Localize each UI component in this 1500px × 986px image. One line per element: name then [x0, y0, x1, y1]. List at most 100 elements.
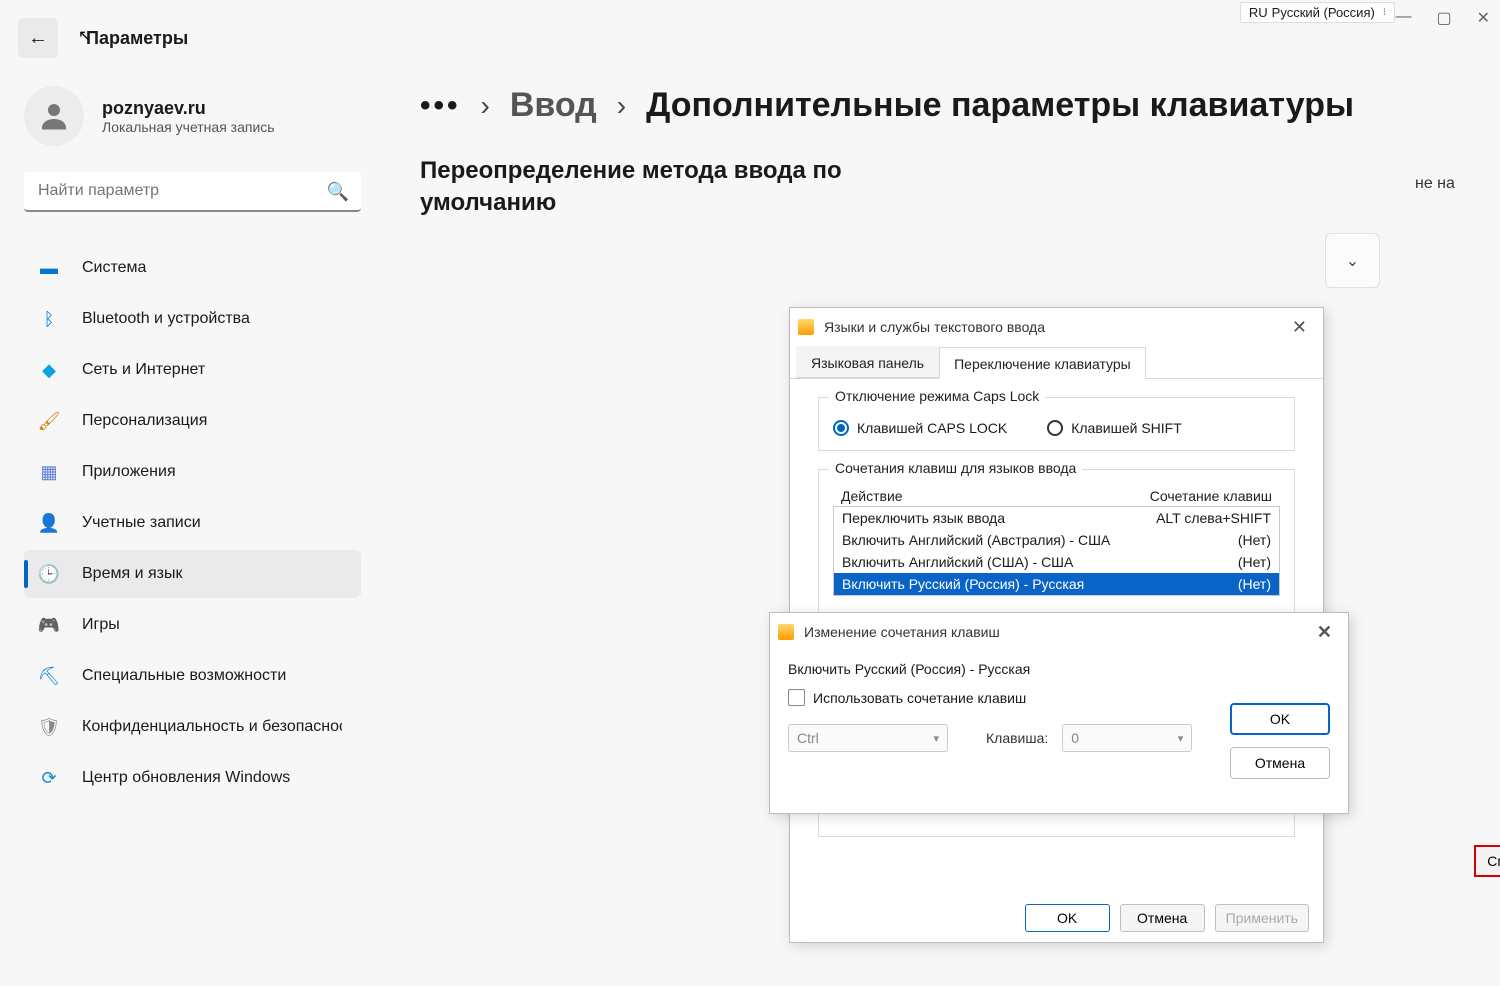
- sidebar-item-update[interactable]: ⟳ Центр обновления Windows: [24, 754, 361, 802]
- hotkey-keys: (Нет): [1238, 576, 1271, 592]
- breadcrumb-level2: Дополнительные параметры клавиатуры: [646, 86, 1354, 125]
- modifier-select[interactable]: Ctrl ▾: [788, 724, 948, 752]
- ime-options-icon[interactable]: ⁝: [1383, 7, 1386, 18]
- nav-label: Сеть и Интернет: [82, 361, 205, 379]
- dialog-button-bar: OK Отмена Применить: [1025, 904, 1309, 932]
- use-key-sequence-checkbox[interactable]: [788, 689, 805, 706]
- breadcrumb-more[interactable]: •••: [420, 89, 461, 123]
- person-icon: 👤: [38, 512, 60, 534]
- tab-keyboard-switching[interactable]: Переключение клавиатуры: [939, 347, 1146, 379]
- radio-shift-key[interactable]: Клавишей SHIFT: [1047, 420, 1182, 436]
- update-icon: ⟳: [38, 767, 60, 789]
- accessibility-icon: ⛏: [38, 665, 60, 687]
- sidebar-item-bluetooth[interactable]: ᛒ Bluetooth и устройства: [24, 295, 361, 343]
- nav-label: Bluetooth и устройства: [82, 310, 250, 328]
- dialog-titlebar[interactable]: Языки и службы текстового ввода ✕: [790, 308, 1323, 346]
- col-keys: Сочетание клавиш: [1150, 488, 1272, 504]
- nav: ▬ Система ᛒ Bluetooth и устройства ◆ Сет…: [24, 244, 361, 802]
- avatar: [24, 86, 84, 146]
- hotkey-keys: ALT слева+SHIFT: [1156, 510, 1271, 526]
- person-icon: [36, 98, 72, 134]
- cancel-button[interactable]: Отмена: [1120, 904, 1205, 932]
- sidebar-item-gaming[interactable]: 🎮 Игры: [24, 601, 361, 649]
- chevron-down-icon: ▾: [1178, 732, 1184, 745]
- ime-indicator[interactable]: RU Русский (Россия) ⁝: [1240, 2, 1395, 23]
- sidebar-item-privacy[interactable]: 🛡 Конфиденциальность и безопасность: [24, 703, 361, 751]
- hotkey-row-selected[interactable]: Включить Русский (Россия) - Русская (Нет…: [834, 573, 1279, 595]
- window-maximize-button[interactable]: ▢: [1436, 8, 1451, 28]
- radio-label: Клавишей CAPS LOCK: [857, 420, 1007, 436]
- hotkey-row[interactable]: Включить Английский (США) - США (Нет): [834, 551, 1279, 573]
- hotkey-row[interactable]: Переключить язык ввода ALT слева+SHIFT: [834, 507, 1279, 529]
- dialog2-title: Изменение сочетания клавиш: [804, 624, 1000, 640]
- nav-label: Специальные возможности: [82, 667, 286, 685]
- nav-label: Приложения: [82, 463, 176, 481]
- dialog2-cancel-button[interactable]: Отмена: [1230, 747, 1330, 779]
- sidebar-item-time-language[interactable]: 🕒 Время и язык: [24, 550, 361, 598]
- dialog-title: Языки и службы текстового ввода: [824, 319, 1045, 335]
- main-content: ••• › Ввод › Дополнительные параметры кл…: [375, 68, 1500, 986]
- dialog-tabs: Языковая панель Переключение клавиатуры: [790, 346, 1323, 379]
- sidebar-item-personalization[interactable]: 🖌 Персонализация: [24, 397, 361, 445]
- dialog2-titlebar[interactable]: Изменение сочетания клавиш ✕: [770, 613, 1348, 651]
- ok-button[interactable]: OK: [1025, 904, 1110, 932]
- breadcrumb-level1[interactable]: Ввод: [510, 86, 597, 125]
- sidebar-item-apps[interactable]: ▦ Приложения: [24, 448, 361, 496]
- arrow-left-icon: ←: [28, 27, 48, 50]
- nav-label: Персонализация: [82, 412, 207, 430]
- key-select[interactable]: 0 ▾: [1062, 724, 1192, 752]
- wifi-icon: ◆: [38, 359, 60, 381]
- hotkey-action: Включить Русский (Россия) - Русская: [842, 576, 1084, 592]
- sidebar-item-accounts[interactable]: 👤 Учетные записи: [24, 499, 361, 547]
- modifier-value: Ctrl: [797, 730, 819, 746]
- nav-label: Учетные записи: [82, 514, 201, 532]
- dialog2-buttons: OK Отмена: [1230, 703, 1330, 779]
- sidebar-item-system[interactable]: ▬ Система: [24, 244, 361, 292]
- chevron-down-button[interactable]: ⌄: [1325, 233, 1380, 288]
- search-input[interactable]: [24, 172, 361, 212]
- user-subtitle: Локальная учетная запись: [102, 119, 275, 135]
- chevron-right-icon: ›: [481, 90, 490, 122]
- breadcrumb: ••• › Ввод › Дополнительные параметры кл…: [420, 86, 1500, 125]
- radio-icon: [1047, 420, 1063, 436]
- hotkey-row[interactable]: Включить Английский (Австралия) - США (Н…: [834, 529, 1279, 551]
- nav-label: Центр обновления Windows: [82, 769, 290, 787]
- nav-label: Система: [82, 259, 146, 277]
- nav-label: Конфиденциальность и безопасность: [82, 718, 342, 736]
- window-close-button[interactable]: ✕: [1477, 8, 1490, 28]
- dialog2-ok-button[interactable]: OK: [1230, 703, 1330, 735]
- dialog2-close-button[interactable]: ✕: [1309, 622, 1340, 643]
- radio-label: Клавишей SHIFT: [1071, 420, 1182, 436]
- radio-capslock-key[interactable]: Клавишей CAPS LOCK: [833, 420, 1007, 436]
- nav-label: Игры: [82, 616, 120, 634]
- back-button[interactable]: ←: [18, 18, 58, 58]
- radio-icon: [833, 420, 849, 436]
- group-capslock: Отключение режима Caps Lock Клавишей CAP…: [818, 397, 1295, 451]
- apply-button[interactable]: Применить: [1215, 904, 1309, 932]
- ime-code: RU: [1249, 5, 1268, 20]
- window-minimize-button[interactable]: —: [1395, 8, 1411, 28]
- hotkey-list[interactable]: Переключить язык ввода ALT слева+SHIFT В…: [833, 506, 1280, 596]
- keyboard-icon: [798, 319, 814, 335]
- hotkey-keys: (Нет): [1238, 554, 1271, 570]
- search-wrap: 🔍: [24, 172, 361, 212]
- key-value: 0: [1071, 730, 1079, 746]
- sidebar-item-accessibility[interactable]: ⛏ Специальные возможности: [24, 652, 361, 700]
- setting-description-fragment: не на: [1415, 175, 1455, 193]
- window-controls: — ▢ ✕: [1395, 8, 1490, 28]
- chevron-down-icon: ⌄: [1346, 251, 1359, 271]
- hotkey-action: Переключить язык ввода: [842, 510, 1005, 526]
- hotkey-action: Включить Английский (США) - США: [842, 554, 1073, 570]
- search-icon[interactable]: 🔍: [327, 182, 349, 203]
- apps-icon: ▦: [38, 461, 60, 483]
- tab-language-bar[interactable]: Языковая панель: [796, 346, 939, 378]
- change-key-sequence-button[interactable]: Сменить сочетание клавиш...: [1474, 845, 1500, 877]
- key-label: Клавиша:: [986, 730, 1048, 746]
- clock-globe-icon: 🕒: [38, 563, 60, 585]
- bluetooth-icon: ᛒ: [38, 308, 60, 330]
- user-name: poznyaev.ru: [102, 98, 275, 119]
- user-block[interactable]: poznyaev.ru Локальная учетная запись: [24, 86, 361, 146]
- display-icon: ▬: [38, 257, 60, 279]
- dialog-close-button[interactable]: ✕: [1284, 317, 1315, 338]
- sidebar-item-network[interactable]: ◆ Сеть и Интернет: [24, 346, 361, 394]
